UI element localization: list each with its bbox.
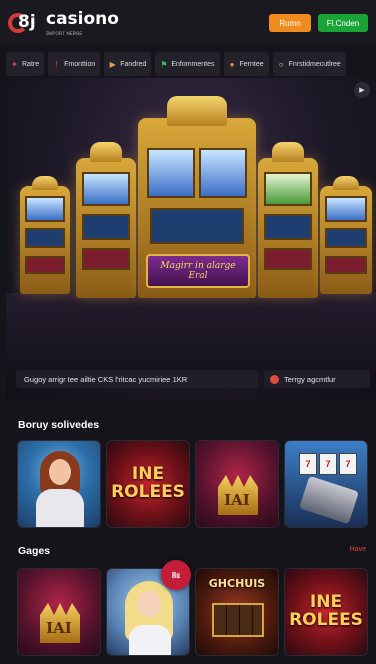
games-section-title: Gages <box>18 545 51 557</box>
bonus-card-2[interactable]: INE ROLEES <box>106 440 190 528</box>
games-view-all-link[interactable]: Have <box>350 546 366 553</box>
tab-3[interactable]: ▶ Fandred <box>104 52 152 76</box>
game-card-1[interactable]: IAI <box>17 568 101 656</box>
slot-lever-icon <box>299 475 359 525</box>
slot-machine <box>76 142 136 298</box>
face-shape <box>49 459 71 485</box>
tab-2[interactable]: ! Fmonttion <box>48 52 101 76</box>
card-title: IAI <box>46 619 72 637</box>
card-art-crown: IAI <box>18 569 100 655</box>
machine-screen <box>25 196 65 222</box>
tab-4[interactable]: ⚑ Enfommentes <box>155 52 220 76</box>
machine-screen <box>199 148 247 198</box>
bonus-card-3[interactable]: IAI <box>195 440 279 528</box>
logo-text: casiono ɪᴍᴘᴏʀᴛ ɴᴇʀɢᴇ <box>46 10 119 37</box>
machine-crown <box>32 176 58 190</box>
machine-reels <box>264 214 312 240</box>
body-shape <box>36 489 84 527</box>
tag-icon: ▶ <box>109 59 116 69</box>
logo-mark-text: 8j <box>18 12 36 32</box>
chat-icon: ○ <box>278 59 284 69</box>
login-button[interactable]: Rumn <box>269 14 311 32</box>
new-badge: 8ᴇ <box>161 560 191 590</box>
flame-icon: ✦ <box>11 59 18 69</box>
body-shape <box>129 625 171 655</box>
machine-screen <box>147 148 195 198</box>
tab-label: Fandred <box>120 60 147 68</box>
game-card-4[interactable]: INE ROLEES <box>284 568 368 656</box>
card-title: IAI <box>224 491 250 509</box>
category-tabs: ✦ Ratre ! Fmonttion ▶ Fandred ⚑ Enfommentes … <box>6 52 376 76</box>
slot-machine <box>20 176 70 294</box>
top-header: 8j casiono ɪᴍᴘᴏʀᴛ ɴᴇʀɢᴇ Rumn Fl.Cnden <box>0 0 376 46</box>
machine-crown <box>333 176 359 190</box>
machine-screen <box>264 172 312 206</box>
slot-machine <box>320 176 372 294</box>
logo-mark: 8j <box>8 10 44 36</box>
auth-buttons: Rumn Fl.Cnden <box>269 14 368 32</box>
machine-reels <box>82 214 130 240</box>
reel-grid <box>212 603 264 637</box>
tab-6[interactable]: ○ Fnrstidmecutlree <box>272 52 346 76</box>
hero-sign: Magirr in alarge Eral <box>146 254 250 288</box>
tab-label: Ratre <box>22 60 40 68</box>
bonus-card-4[interactable]: 7 7 7 <box>284 440 368 528</box>
tab-label: Fnrstidmecutlree <box>288 60 341 68</box>
hero-sign-line1: Magirr in alarge <box>160 261 236 271</box>
reel-icon: 7 <box>319 453 337 475</box>
slot-machine <box>258 142 318 298</box>
hero-cta-button[interactable]: Terrgy agcmtlur <box>264 370 370 388</box>
hero-banner[interactable]: Magirr in alarge Eral ▶ Gugoy arrigr tee… <box>6 78 376 400</box>
bonus-card-1[interactable] <box>17 440 101 528</box>
card-art-slot: 7 7 7 <box>285 441 367 527</box>
brand-name: casiono <box>46 8 119 29</box>
brand-tagline: ɪᴍᴘᴏʀᴛ ɴᴇʀɢᴇ <box>46 30 83 37</box>
hero-sign-line2: Eral <box>188 271 208 281</box>
game-card-3[interactable]: GHCHUIS <box>195 568 279 656</box>
tab-label: Ferntee <box>239 60 264 68</box>
machine-reels <box>25 228 65 248</box>
card-title: INE ROLEES <box>289 592 363 630</box>
hero-cta-label: Terrgy agcmtlur <box>284 374 336 384</box>
machine-panel <box>325 256 367 274</box>
play-icon[interactable]: ▶ <box>354 82 370 98</box>
machine-crown <box>167 96 227 126</box>
machine-panel <box>25 256 65 274</box>
tab-label: Fmonttion <box>64 60 96 68</box>
chip-icon: ● <box>229 59 235 69</box>
bonus-section-title: Boruy solivedes <box>18 419 100 431</box>
tab-label: Enfommentes <box>171 60 215 68</box>
site-logo[interactable]: 8j casiono ɪᴍᴘᴏʀᴛ ɴᴇʀɢᴇ <box>8 10 119 37</box>
machine-reels <box>149 208 245 244</box>
reel-icon: 7 <box>339 453 357 475</box>
flag-icon: ⚑ <box>160 59 168 69</box>
machine-crown <box>272 142 304 162</box>
face-shape <box>137 591 161 617</box>
cta-dot-icon <box>270 374 279 384</box>
card-title: GHCHUIS <box>208 577 266 590</box>
machine-reels <box>325 228 367 248</box>
hero-floor <box>6 293 376 373</box>
tab-1[interactable]: ✦ Ratre <box>6 52 45 76</box>
machine-screen <box>325 196 367 222</box>
machine-crown <box>90 142 122 162</box>
card-title: INE ROLEES <box>111 464 185 502</box>
card-art-woman <box>18 441 100 527</box>
machine-panel <box>264 248 312 270</box>
machine-panel <box>82 248 130 270</box>
exclaim-icon: ! <box>55 59 58 69</box>
hero-caption: Gugoy arrigr tee ailtie CKS l'ritcac yuc… <box>16 370 258 388</box>
card-art-crown: IAI <box>196 441 278 527</box>
signup-button[interactable]: Fl.Cnden <box>318 14 368 32</box>
tab-5[interactable]: ● Ferntee <box>223 52 269 76</box>
reel-icon: 7 <box>299 453 317 475</box>
machine-screen <box>82 172 130 206</box>
